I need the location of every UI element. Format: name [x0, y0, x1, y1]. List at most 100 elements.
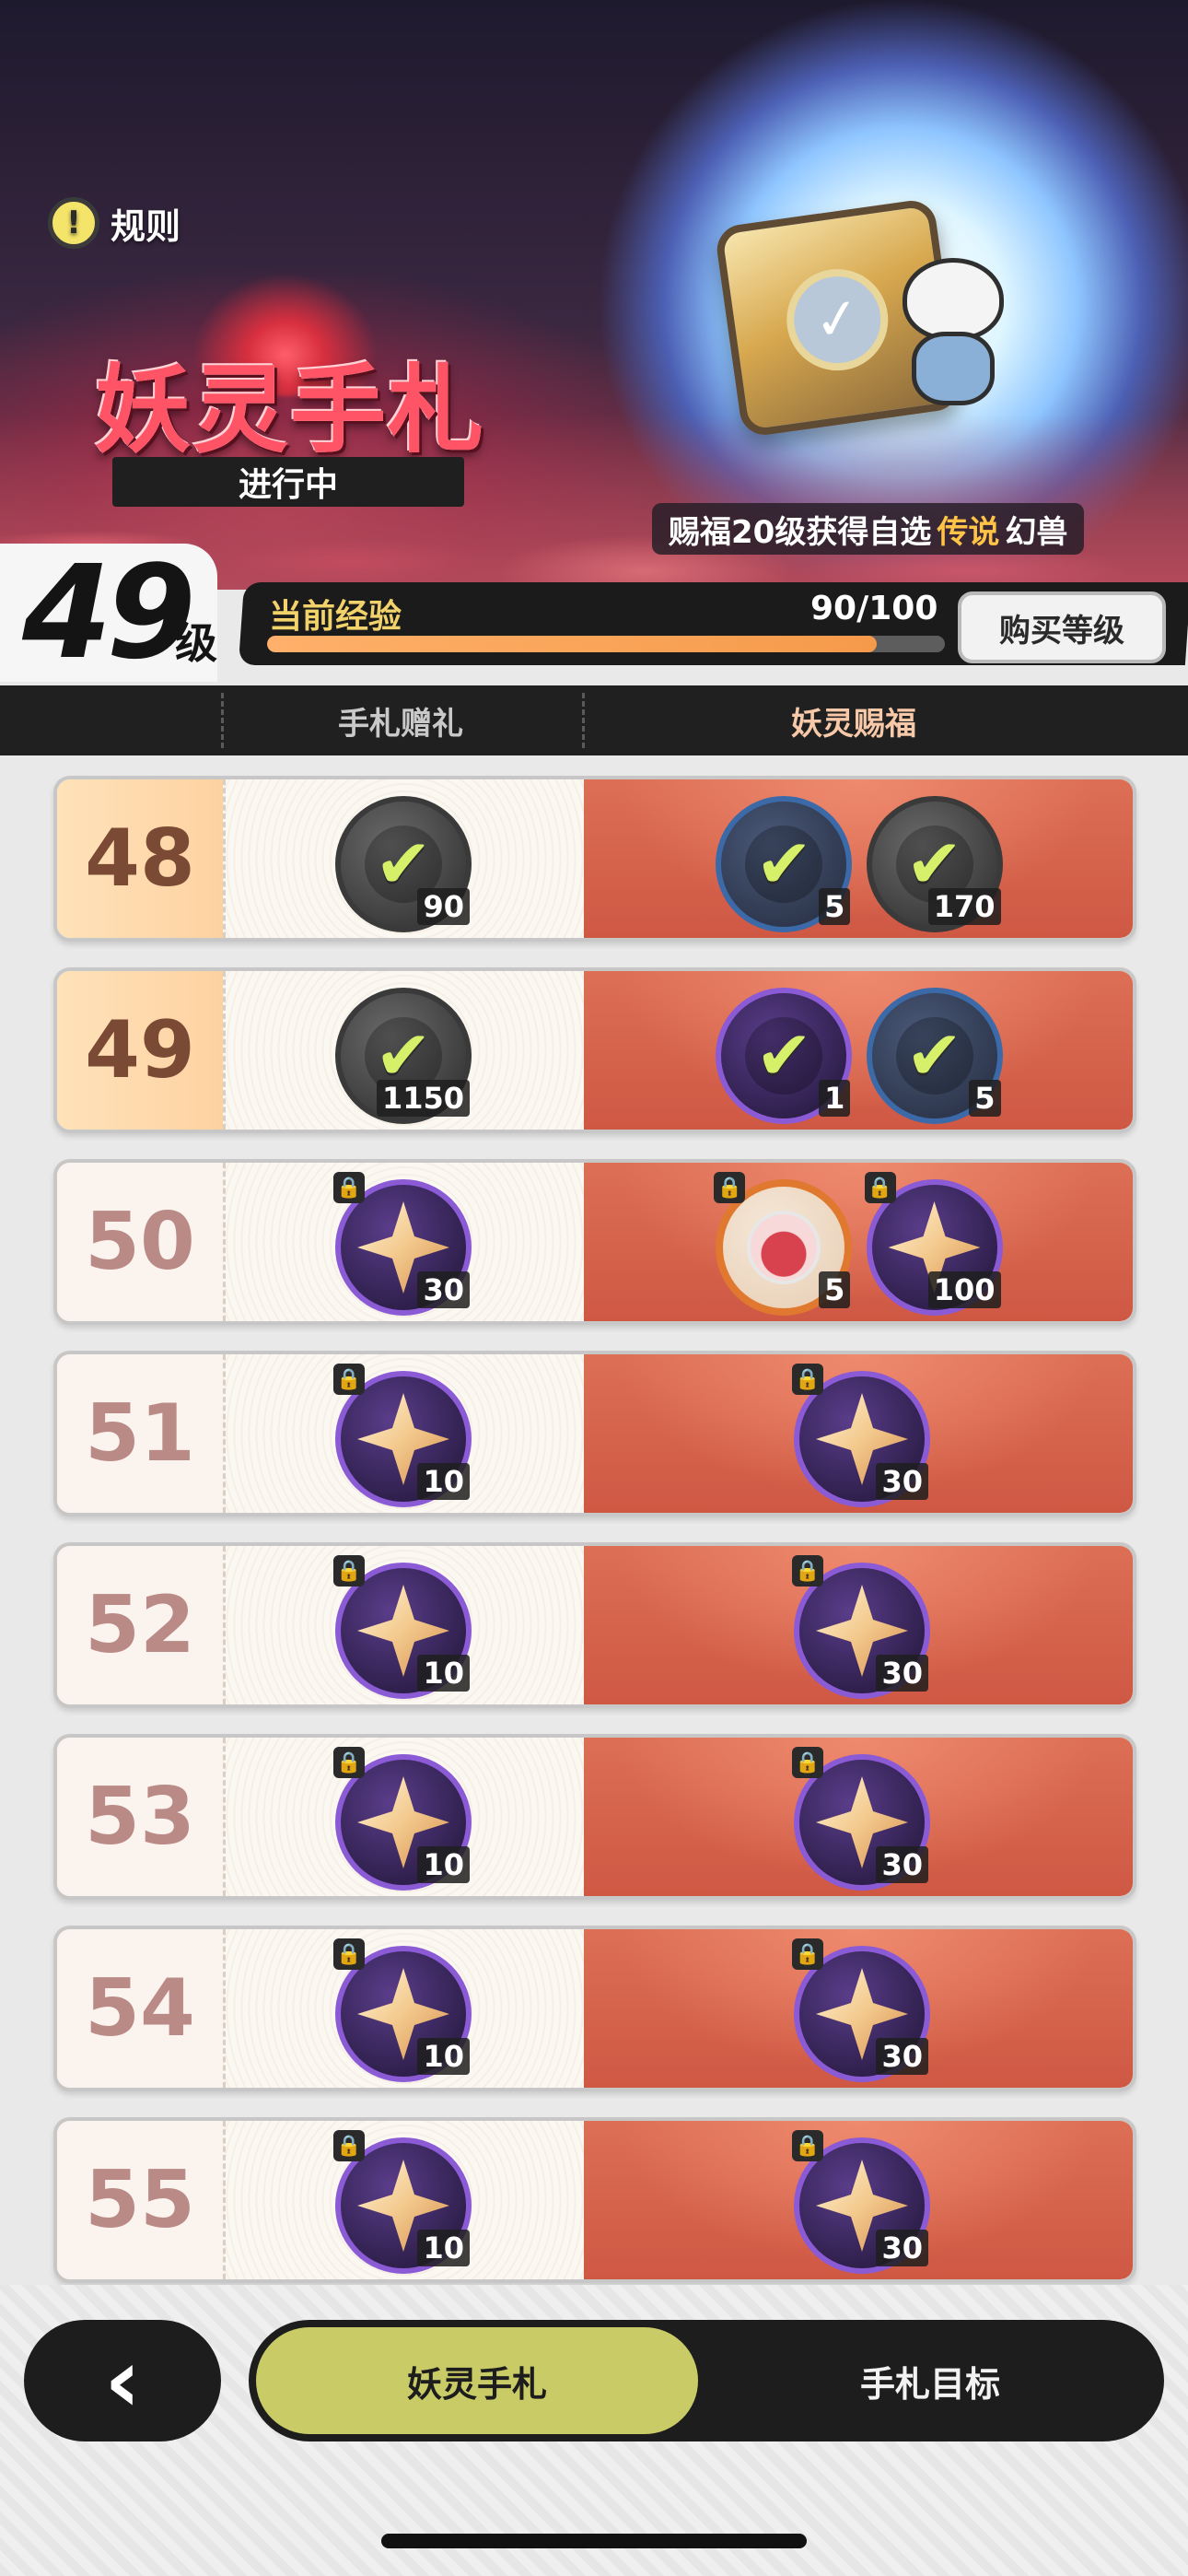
reward-quantity: 10 [417, 2038, 470, 2075]
reward-item[interactable]: 🔒 30 [792, 1364, 930, 1507]
paw-icon [747, 1211, 821, 1284]
reward-quantity: 5 [819, 888, 851, 925]
reward-item[interactable]: 🔒 10 [333, 1747, 472, 1891]
reward-item[interactable]: 🔒 30 [792, 1555, 930, 1699]
current-level: 49 [22, 538, 196, 688]
reward-item[interactable]: ✔ 5 [716, 796, 853, 932]
exp-label: 当前经验 [269, 598, 402, 636]
lock-icon: 🔒 [333, 1364, 365, 1395]
lock-icon: 🔒 [792, 1938, 823, 1970]
lock-icon: 🔒 [792, 1555, 823, 1587]
row-level: 52 [57, 1546, 223, 1704]
reward-quantity: 30 [876, 1463, 928, 1500]
reward-quantity: 90 [417, 888, 470, 925]
lock-icon: 🔒 [333, 1172, 365, 1203]
reward-row[interactable]: 53 🔒 10 🔒 30 [53, 1734, 1136, 1900]
reward-quantity: 30 [876, 1846, 928, 1883]
event-banner: ! 规则 妖灵手札 进行中 ✓ 赐福20级获得自选 传说 幻兽 [0, 0, 1188, 590]
lock-icon: 🔒 [792, 1364, 823, 1395]
exp-progress-bar [267, 636, 945, 652]
reward-item[interactable]: 🔒 10 [333, 2130, 472, 2274]
chest-seal-icon: ✓ [780, 263, 895, 378]
paid-reward-cell [584, 1163, 1133, 1321]
chevron-left-icon: ‹ [104, 2329, 141, 2432]
bottom-nav: ‹ 妖灵手札 手札目标 [0, 2285, 1188, 2576]
row-level: 55 [57, 2121, 223, 2279]
reward-item[interactable]: ✔ 5 [866, 988, 1003, 1124]
exclamation-icon: ! [48, 197, 99, 249]
creature-body [912, 332, 995, 405]
reward-quantity: 10 [417, 1846, 470, 1883]
tab-notes-goals[interactable]: 手札目标 [709, 2327, 1151, 2434]
reward-columns-header: 手札赠礼 妖灵赐福 [0, 685, 1188, 755]
creature-head [903, 258, 1004, 341]
reward-item[interactable]: ✔ 1150 [335, 988, 472, 1124]
reward-quantity: 10 [417, 2230, 470, 2266]
event-title: 妖灵手札 [94, 353, 485, 466]
checkmark-icon: ✔ [745, 1016, 823, 1095]
reward-quantity: 170 [927, 888, 1001, 925]
reward-quantity: 30 [876, 2038, 928, 2075]
reward-item[interactable]: ✔ 1 [716, 988, 853, 1124]
reward-row[interactable]: 51 🔒 10 🔒 30 [53, 1351, 1136, 1516]
checkmark-icon: ✔ [745, 825, 823, 904]
reward-item[interactable]: 🔒 10 [333, 1938, 472, 2082]
reward-item[interactable]: 🔒 10 [333, 1364, 472, 1507]
row-level: 51 [57, 1354, 223, 1513]
reward-quantity: 5 [969, 1080, 1001, 1117]
lock-icon: 🔒 [864, 1172, 896, 1203]
reward-item[interactable]: 🔒 5 [714, 1172, 853, 1316]
reward-item[interactable]: 🔒 30 [792, 2130, 930, 2274]
row-level: 54 [57, 1929, 223, 2088]
reward-row[interactable]: 52 🔒 10 🔒 30 [53, 1542, 1136, 1708]
reward-row[interactable]: 49 ✔ 1150 ✔ 1 ✔ 5 [53, 967, 1136, 1133]
reward-quantity: 5 [819, 1271, 851, 1308]
rules-button[interactable]: ! 规则 [48, 195, 181, 251]
reward-row[interactable]: 48 ✔ 90 ✔ 5 ✔ 170 [53, 776, 1136, 942]
reward-row[interactable]: 54 🔒 10 🔒 30 [53, 1926, 1136, 2091]
tab-event-notes[interactable]: 妖灵手札 [256, 2327, 698, 2434]
tab-bar: 妖灵手札 手札目标 [249, 2320, 1164, 2441]
reward-quantity: 1 [819, 1080, 851, 1117]
rules-label: 规则 [111, 205, 181, 247]
reward-quantity: 100 [927, 1271, 1001, 1308]
free-track-header: 手札赠礼 [338, 705, 463, 743]
lock-icon: 🔒 [333, 2130, 365, 2161]
reward-row[interactable]: 55 🔒 10 🔒 30 [53, 2117, 1136, 2283]
lock-icon: 🔒 [333, 1938, 365, 1970]
lock-icon: 🔒 [714, 1172, 746, 1203]
reward-item[interactable]: 🔒 10 [333, 1555, 472, 1699]
lock-icon: 🔒 [333, 1555, 365, 1587]
row-level: 53 [57, 1738, 223, 1896]
level-strip: 49 级 当前经验 90/100 购买等级 [0, 544, 1188, 682]
reward-quantity: 1150 [376, 1080, 470, 1117]
exp-value: 90/100 [810, 590, 938, 627]
reward-list[interactable]: 48 ✔ 90 ✔ 5 ✔ 170 49 ✔ 1150 ✔ 1 ✔ 5 50 🔒 30 🔒 5 🔒 100 51 🔒 10 🔒 3… [0, 767, 1188, 2287]
paid-track-header: 妖灵赐福 [791, 705, 916, 743]
exp-progress-fill [267, 636, 878, 652]
reward-item[interactable]: ✔ 170 [866, 796, 1003, 932]
reward-item[interactable]: ✔ 90 [335, 796, 472, 932]
reward-item[interactable]: 🔒 30 [333, 1172, 472, 1316]
pet-creature-icon [893, 258, 1013, 415]
reward-item[interactable]: 🔒 30 [792, 1747, 930, 1891]
reward-quantity: 30 [417, 1271, 470, 1308]
buy-level-button[interactable]: 购买等级 [958, 591, 1166, 663]
lock-icon: 🔒 [792, 1747, 823, 1778]
reward-quantity: 30 [876, 1655, 928, 1692]
reward-quantity: 10 [417, 1655, 470, 1692]
reward-item[interactable]: 🔒 30 [792, 1938, 930, 2082]
reward-quantity: 30 [876, 2230, 928, 2266]
reward-quantity: 10 [417, 1463, 470, 1500]
back-button[interactable]: ‹ [24, 2320, 221, 2441]
reward-row[interactable]: 50 🔒 30 🔒 5 🔒 100 [53, 1159, 1136, 1325]
event-status-badge: 进行中 [112, 457, 464, 507]
reward-item[interactable]: 🔒 100 [864, 1172, 1003, 1316]
level-unit: 级 [175, 618, 217, 668]
row-level: 48 [57, 779, 223, 938]
home-indicator [381, 2534, 807, 2548]
paid-reward-cell [584, 971, 1133, 1130]
checkmark-icon: ✔ [895, 1016, 973, 1095]
row-level: 50 [57, 1163, 223, 1321]
paid-reward-cell [584, 779, 1133, 938]
